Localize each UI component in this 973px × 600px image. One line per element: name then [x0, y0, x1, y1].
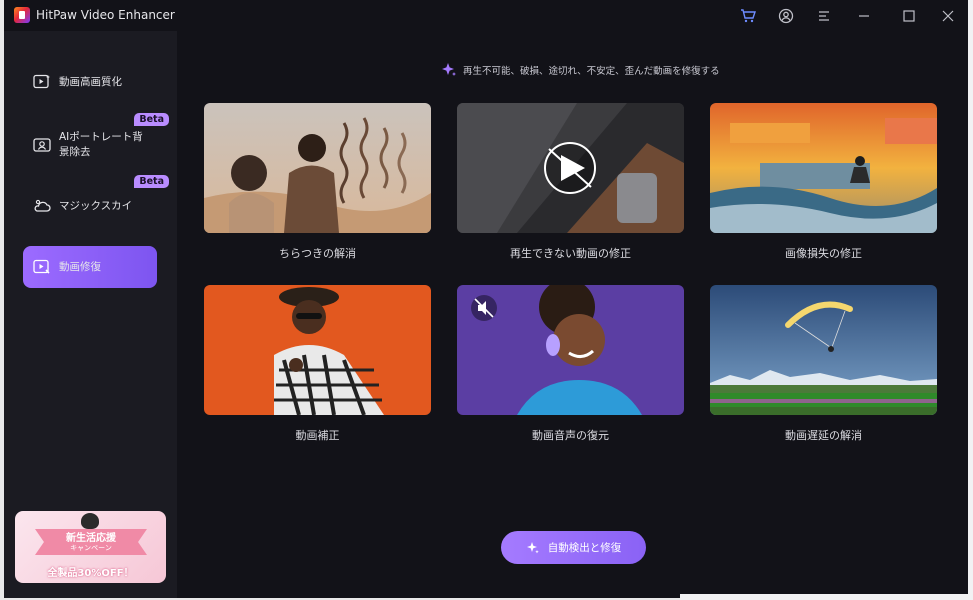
card-thumbnail — [710, 285, 937, 415]
beta-badge: Beta — [134, 113, 169, 126]
card-unplayable-fix[interactable]: 再生できない動画の修正 — [457, 103, 684, 261]
sidebar-item-magic-sky[interactable]: マジックスカイ Beta — [23, 175, 169, 227]
app-logo-icon — [14, 7, 30, 23]
minimize-icon[interactable] — [853, 5, 875, 27]
auto-detect-repair-button[interactable]: 自動検出と修復 — [501, 531, 646, 564]
maximize-icon[interactable] — [898, 5, 920, 27]
sidebar-item-video-repair[interactable]: 動画修復 — [23, 246, 157, 288]
main-panel: 再生不可能、破損、途切れ、不安定、歪んだ動画を修復する ちらつきの解消 再生でき… — [177, 31, 968, 598]
user-icon[interactable] — [775, 5, 797, 27]
sidebar: 動画高画質化 AIポートレート背景除去 Beta マジックスカイ Beta 動画… — [4, 31, 177, 598]
card-flicker-removal[interactable]: ちらつきの解消 — [204, 103, 431, 261]
close-icon[interactable] — [937, 5, 959, 27]
portrait-icon — [33, 136, 51, 154]
card-label: 動画遅延の解消 — [785, 429, 862, 442]
title-bar: HitPaw Video Enhancer — [4, 0, 968, 31]
app-window: HitPaw Video Enhancer 動画高画質化 AIポートレート背景除… — [4, 0, 968, 598]
card-thumbnail — [204, 103, 431, 233]
sparkle-icon — [442, 63, 456, 76]
header-line: 再生不可能、破損、途切れ、不安定、歪んだ動画を修復する — [441, 62, 720, 78]
promo-ribbon: 新生活応援 キャンペーン — [35, 529, 147, 555]
card-image-loss-fix[interactable]: 画像損失の修正 — [710, 103, 937, 261]
beta-badge: Beta — [134, 175, 169, 188]
promo-discount: 全製品30%OFF！ — [47, 568, 134, 579]
promo-banner[interactable]: 新生活応援 キャンペーン 全製品30%OFF！ — [15, 511, 166, 583]
desktop-bottom-strip — [680, 594, 973, 600]
card-label: ちらつきの解消 — [279, 247, 356, 260]
card-thumbnail — [457, 285, 684, 415]
app-title: HitPaw Video Enhancer — [36, 8, 175, 22]
video-repair-icon — [33, 258, 51, 276]
sidebar-item-video-enhance[interactable]: 動画高画質化 — [23, 61, 157, 103]
card-thumbnail — [710, 103, 937, 233]
sidebar-item-label: マジックスカイ — [59, 199, 133, 212]
card-label: 再生できない動画の修正 — [510, 247, 631, 260]
card-video-correction[interactable]: 動画補正 — [204, 285, 431, 443]
card-label: 動画補正 — [295, 429, 340, 442]
card-label: 動画音声の復元 — [532, 429, 609, 442]
sidebar-item-label: 動画修復 — [59, 260, 101, 273]
card-thumbnail — [457, 103, 684, 233]
menu-icon[interactable] — [813, 5, 835, 27]
header-text: 再生不可能、破損、途切れ、不安定、歪んだ動画を修復する — [463, 66, 720, 77]
sidebar-item-label: 動画高画質化 — [59, 75, 122, 88]
sidebar-item-portrait[interactable]: AIポートレート背景除去 Beta — [23, 113, 169, 167]
cart-icon[interactable] — [737, 5, 759, 27]
sparkle-icon — [526, 541, 539, 553]
card-thumbnail — [204, 285, 431, 415]
video-enhance-icon — [33, 73, 51, 91]
card-label: 画像損失の修正 — [785, 247, 862, 260]
promo-subtitle: キャンペーン — [70, 543, 112, 552]
card-lag-removal[interactable]: 動画遅延の解消 — [710, 285, 937, 443]
promo-title: 新生活応援 — [66, 532, 116, 544]
cat-mascot-icon — [81, 513, 99, 529]
sidebar-item-label: AIポートレート背景除去 — [59, 131, 143, 158]
sky-icon — [33, 197, 51, 215]
auto-detect-repair-label: 自動検出と修復 — [547, 542, 622, 554]
card-audio-restore[interactable]: 動画音声の復元 — [457, 285, 684, 443]
desktop-edge — [968, 0, 973, 600]
